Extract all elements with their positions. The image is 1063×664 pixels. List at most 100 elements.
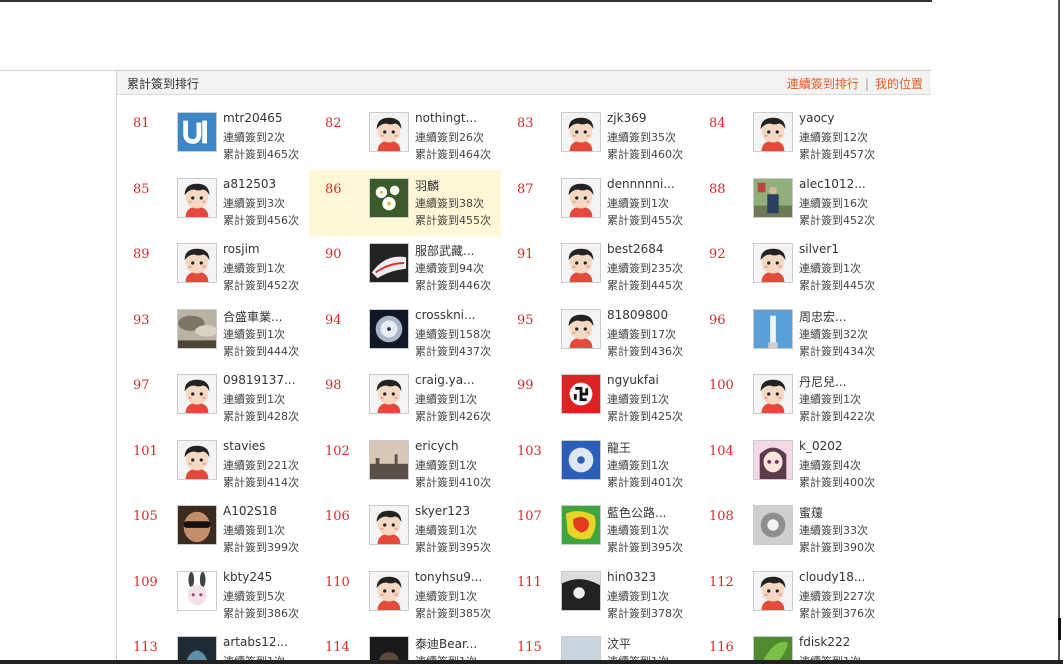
username-link[interactable]: kbty245 xyxy=(223,570,272,584)
default-avatar-icon[interactable] xyxy=(561,112,601,152)
default-avatar-icon[interactable] xyxy=(369,374,409,414)
total-checkins: 累計簽到395次 xyxy=(415,541,491,554)
username-link[interactable]: 龍王 xyxy=(607,439,631,456)
username-link[interactable]: k_0202 xyxy=(799,439,843,453)
default-avatar-icon[interactable] xyxy=(561,177,601,218)
username-link[interactable]: 服部武藏... xyxy=(415,242,474,259)
rank-number: 88 xyxy=(709,181,726,197)
username-link[interactable]: mtr20465 xyxy=(223,111,283,125)
username-link[interactable]: artabs12... xyxy=(223,635,288,649)
username-link[interactable]: 合盛車業... xyxy=(223,308,282,325)
total-checkins: 累計簽到445次 xyxy=(799,279,875,292)
my-position-link[interactable]: 我的位置 xyxy=(875,77,923,91)
total-checkins: 累計簽到457次 xyxy=(799,148,875,161)
username-link[interactable]: rosjim xyxy=(223,242,260,256)
typhoon-satellite-icon[interactable] xyxy=(369,308,409,349)
rank-entry: 98 craig.ya... 連續簽到1次 累計簽到426次 xyxy=(309,366,501,432)
username-link[interactable]: skyer123 xyxy=(415,504,470,518)
username-link[interactable]: 汶平 xyxy=(607,635,631,652)
train-photo-icon[interactable] xyxy=(369,243,409,283)
username-link[interactable]: craig.ya... xyxy=(415,373,475,387)
sky-photo-icon[interactable] xyxy=(177,308,217,349)
username-link[interactable]: alec1012... xyxy=(799,177,866,191)
bw-photo-icon[interactable] xyxy=(561,570,601,611)
username-link[interactable]: 周忠宏... xyxy=(799,308,846,325)
username-link[interactable]: fdisk222 xyxy=(799,635,850,649)
default-avatar-icon[interactable] xyxy=(753,112,793,152)
default-avatar-icon[interactable] xyxy=(369,505,409,545)
default-avatar-icon[interactable] xyxy=(753,243,793,283)
tower-photo-icon[interactable] xyxy=(753,308,793,349)
default-avatar-icon[interactable] xyxy=(753,374,793,414)
mtr-logo-icon[interactable] xyxy=(177,112,217,152)
username-link[interactable]: ngyukfai xyxy=(607,373,659,387)
hurricane-satellite-icon[interactable] xyxy=(561,439,601,480)
consecutive-checkins: 連續簽到1次 xyxy=(607,589,669,603)
city-sunset-icon[interactable] xyxy=(369,439,409,480)
username-link[interactable]: silver1 xyxy=(799,242,839,256)
username-link[interactable]: 09819137... xyxy=(223,373,296,387)
anime-girl-icon[interactable] xyxy=(753,439,793,480)
panel-title: 累計簽到排行 xyxy=(127,77,200,91)
username-link[interactable]: crosskni... xyxy=(415,308,475,322)
rank-number: 101 xyxy=(133,443,158,459)
default-avatar-icon[interactable] xyxy=(177,374,217,414)
default-avatar-icon[interactable] xyxy=(369,570,409,611)
username-link[interactable]: 丹尼兒... xyxy=(799,373,846,390)
rank-entry: 101 stavies 連續簽到221次 累計簽到414次 xyxy=(117,432,309,498)
rank-number: 85 xyxy=(133,181,150,197)
username-link[interactable]: 蜜蕿 xyxy=(799,504,823,521)
username-link[interactable]: 羽麟 xyxy=(415,177,439,194)
username-link[interactable]: nothingt... xyxy=(415,111,477,125)
default-avatar-icon[interactable] xyxy=(753,570,793,611)
default-avatar-icon[interactable] xyxy=(561,308,601,349)
default-avatar-icon[interactable] xyxy=(177,243,217,283)
person-photo-icon[interactable] xyxy=(753,177,793,218)
username-link[interactable]: zjk369 xyxy=(607,111,647,125)
username-link[interactable]: A102S18 xyxy=(223,504,277,518)
rank-number: 86 xyxy=(325,181,342,197)
rank-entry: 86 羽麟 連續簽到38次 累計簽到455次 xyxy=(309,169,501,236)
consecutive-checkins: 連續簽到1次 xyxy=(607,458,669,472)
flag-emblem-icon[interactable] xyxy=(561,374,601,414)
default-avatar-icon[interactable] xyxy=(177,177,217,218)
rank-entry: 104 k_0202 連續簽到4次 累計簽到400次 xyxy=(693,432,885,498)
flower-photo-icon[interactable] xyxy=(369,177,409,218)
anime-bunny-icon[interactable] xyxy=(177,570,217,611)
total-checkins: 累計簽到400次 xyxy=(799,475,875,489)
scrollbar-thumb[interactable] xyxy=(1058,618,1061,640)
rank-number: 108 xyxy=(709,509,734,524)
username-link[interactable]: best2684 xyxy=(607,242,664,256)
username-link[interactable]: yaocy xyxy=(799,111,835,125)
username-link[interactable]: tonyhsu9... xyxy=(415,570,482,584)
bottom-border xyxy=(0,660,1063,664)
username-link[interactable]: 藍色公路... xyxy=(607,504,666,521)
storm-grayscale-icon[interactable] xyxy=(753,505,793,545)
username-link[interactable]: stavies xyxy=(223,439,265,453)
rank-entry: 97 09819137... 連續簽到1次 累計簽到428次 xyxy=(117,366,309,432)
consecutive-ranking-link[interactable]: 連續簽到排行 xyxy=(787,77,859,91)
rank-number: 89 xyxy=(133,247,150,262)
rank-entry: 114泰迪Bear...連續簽到1次 xyxy=(309,628,501,664)
total-checkins: 累計簽到437次 xyxy=(415,344,491,358)
username-link[interactable]: hin0323 xyxy=(607,570,656,584)
panel-header: 累計簽到排行 連續簽到排行 | 我的位置 xyxy=(117,71,931,95)
username-link[interactable]: 泰迪Bear... xyxy=(415,635,477,652)
default-avatar-icon[interactable] xyxy=(369,112,409,152)
sunglasses-face-icon[interactable] xyxy=(177,505,217,545)
consecutive-checkins: 連續簽到3次 xyxy=(223,196,285,210)
rank-number: 111 xyxy=(517,574,542,590)
total-checkins: 累計簽到425次 xyxy=(607,410,683,423)
username-link[interactable]: a812503 xyxy=(223,177,276,191)
radar-map-icon[interactable] xyxy=(561,505,601,545)
username-link[interactable]: 81809800 xyxy=(607,308,668,322)
rank-number: 87 xyxy=(517,181,534,197)
username-link[interactable]: dennnnni... xyxy=(607,177,675,191)
username-link[interactable]: ericych xyxy=(415,439,459,453)
rank-number: 110 xyxy=(325,574,350,590)
default-avatar-icon[interactable] xyxy=(177,439,217,480)
total-checkins: 累計簽到436次 xyxy=(607,344,683,358)
username-link[interactable]: cloudy18... xyxy=(799,570,865,584)
rank-entry: 112 cloudy18... 連續簽到227次 累計簽到376次 xyxy=(693,563,885,629)
default-avatar-icon[interactable] xyxy=(561,243,601,283)
